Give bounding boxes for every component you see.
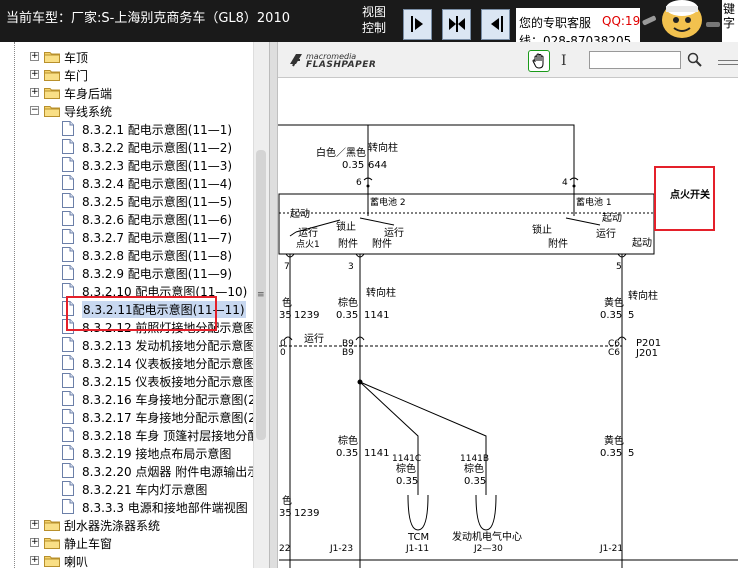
label-run-b9: 运行 [304, 334, 324, 345]
text-select-tool[interactable]: I [561, 53, 567, 69]
arrow-left-icon [490, 16, 503, 32]
label-acc-mid: 附件 [372, 239, 392, 250]
qq-label[interactable]: QQ:19 [602, 14, 640, 28]
label-c6-bottom: C6 [608, 348, 621, 358]
selected-item-highlight [66, 296, 217, 331]
label-engine-electrical-center: 发动机电气中心 [452, 532, 522, 543]
label-wire-top-color: 白色／黑色 [316, 148, 366, 159]
label-run-left: 运行 [298, 228, 318, 239]
label-lower-left-num: 1239 [294, 508, 320, 519]
label-lower-mid-num: 1141 [364, 448, 390, 459]
label-battery-1: 蓄电池 1 [576, 198, 612, 208]
mascot-icon [640, 0, 722, 42]
arrow-right-icon [410, 16, 423, 32]
label-pin-3: 3 [348, 262, 354, 272]
label-pin-4: 4 [562, 178, 568, 188]
label-steering-column-mid: 转向柱 [366, 288, 396, 299]
side-keyword-box: 键 字 [722, 0, 738, 42]
label-lower-right-size: 0.35 [600, 448, 623, 459]
label-left-0b: 0 [280, 348, 286, 358]
label-left-color-1: 色 [282, 298, 292, 309]
label-pin-7: 7 [284, 262, 290, 272]
label-right-color: 黄色 [604, 298, 624, 309]
label-left-num-1: 1239 [294, 310, 320, 321]
label-1141b-size: 0.35 [464, 476, 487, 487]
label-j1-11: J1-11 [406, 544, 430, 554]
label-j2-30: J2—30 [474, 544, 503, 554]
current-model-title: 当前车型：厂家:S-上海别克商务车（GL8）2010 [6, 11, 290, 26]
label-lower-right-color: 黄色 [604, 436, 624, 447]
label-tcm: TCM [408, 532, 430, 543]
label-lock-right: 锁止 [532, 225, 552, 236]
logo-text-bottom: FLASHPAPER [306, 60, 377, 70]
service-label: 您的专职客服 [519, 16, 592, 30]
hand-icon [532, 53, 544, 69]
label-start-bottom: 起动 [632, 238, 652, 249]
menu-icon[interactable] [718, 60, 738, 65]
label-j201: J201 [636, 348, 659, 359]
label-ign1: 点火1 [296, 240, 320, 250]
label-lower-right-num: 5 [628, 448, 635, 459]
side-text-2: 字 [723, 16, 736, 30]
phone-label: 线：028-87038205 [519, 34, 632, 42]
next-page-button[interactable] [403, 9, 432, 40]
arrows-outward-icon [448, 16, 465, 32]
flashpaper-logo-icon [290, 54, 302, 67]
label-run-right: 运行 [596, 229, 616, 240]
label-acc-left: 附件 [338, 239, 358, 250]
label-1141b-color: 棕色 [464, 464, 484, 475]
label-wire-top-size: 0.35 [342, 160, 365, 171]
label-lower-mid-size: 0.35 [336, 448, 359, 459]
fit-width-button[interactable] [442, 9, 471, 40]
panel-divider[interactable] [270, 42, 278, 568]
label-steering-column-right: 转向柱 [628, 291, 658, 302]
label-lower-mid-color: 棕色 [338, 436, 358, 447]
label-left-22: 22 [279, 544, 291, 554]
previous-page-button[interactable] [481, 9, 510, 40]
label-left-size-1: 35 [279, 310, 292, 321]
label-battery-2: 蓄电池 2 [370, 198, 406, 208]
label-pin-6: 6 [356, 178, 362, 188]
view-control-label: 视图控制 [362, 5, 387, 35]
label-start-right: 起动 [602, 213, 622, 224]
label-lower-left-size: 35 [279, 508, 292, 519]
hand-tool-button[interactable] [528, 50, 550, 72]
search-icon[interactable] [687, 52, 703, 68]
label-mid-color: 棕色 [338, 298, 358, 309]
label-b9-bottom: B9 [342, 348, 354, 358]
ignition-switch-highlight [654, 166, 715, 231]
label-lock-left: 锁止 [336, 222, 356, 233]
label-acc-right: 附件 [548, 239, 568, 250]
label-start-left: 起动 [290, 209, 310, 220]
label-1141c-size: 0.35 [396, 476, 419, 487]
label-mid-num: 1141 [364, 310, 390, 321]
label-mid-size: 0.35 [336, 310, 359, 321]
label-wire-top-num: 644 [368, 160, 388, 171]
label-right-size: 0.35 [600, 310, 623, 321]
scroll-grip-icon: ≡ [257, 290, 265, 300]
label-right-num: 5 [628, 310, 635, 321]
label-steering-column-top: 转向柱 [368, 143, 398, 154]
label-lower-left-color: 色 [282, 496, 292, 507]
customer-service-box[interactable]: 您的专职客服 QQ:19 线：028-87038205 [516, 8, 648, 42]
label-j1-21: J1-21 [600, 544, 624, 554]
label-j1-23: J1-23 [330, 544, 354, 554]
label-1141c-color: 棕色 [396, 464, 416, 475]
label-pin-5: 5 [616, 262, 622, 272]
search-input[interactable] [589, 51, 681, 69]
